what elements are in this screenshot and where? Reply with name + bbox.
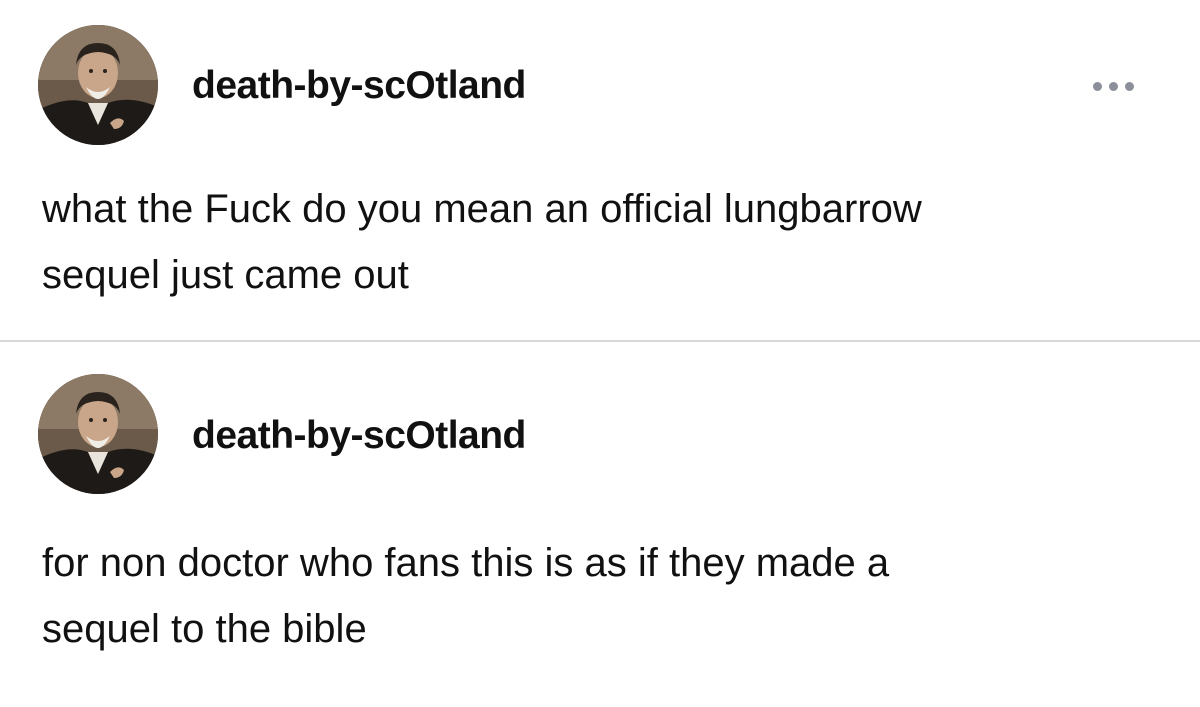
more-dot-icon	[1109, 82, 1118, 91]
user-avatar[interactable]	[38, 374, 158, 494]
more-dot-icon	[1093, 82, 1102, 91]
avatar-portrait-icon	[38, 25, 158, 145]
post-1: death-by-scOtland what the Fuck do you m…	[0, 0, 1200, 340]
post-2: death-by-scOtland for non doctor who fan…	[0, 342, 1200, 707]
user-avatar[interactable]	[38, 25, 158, 145]
post-body-text: what the Fuck do you mean an official lu…	[42, 187, 922, 297]
more-options-button[interactable]	[1089, 78, 1138, 95]
more-dot-icon	[1125, 82, 1134, 91]
post-body-text: for non doctor who fans this is as if th…	[42, 541, 890, 651]
avatar-portrait-icon	[38, 374, 158, 494]
post-username[interactable]: death-by-scOtland	[192, 64, 526, 108]
post-username[interactable]: death-by-scOtland	[192, 414, 526, 458]
